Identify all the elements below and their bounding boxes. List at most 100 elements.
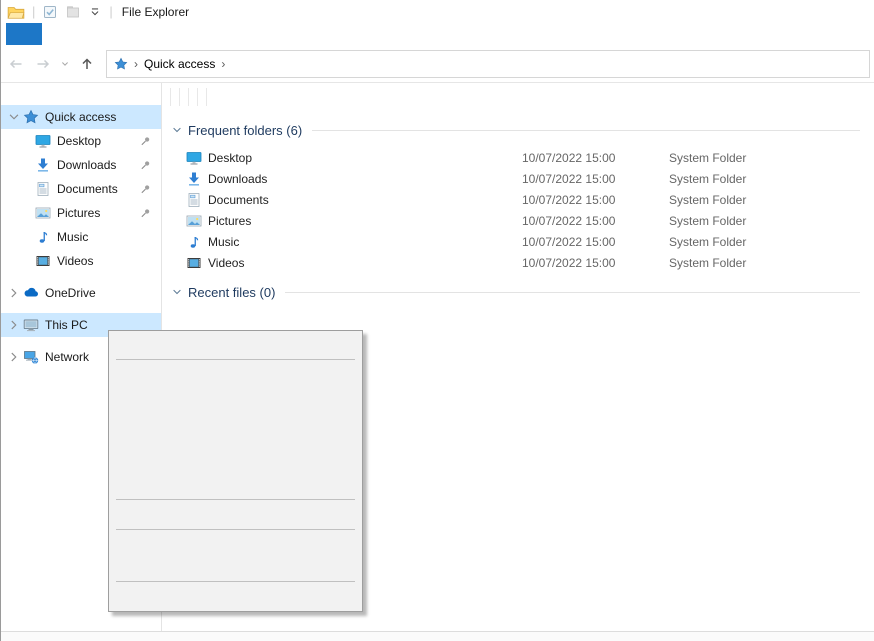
group-header-rule [312,130,860,131]
group-header-label: Frequent folders (6) [188,123,302,138]
expander-chevron-icon[interactable] [7,286,21,300]
context-menu-item[interactable] [109,408,362,430]
sidebar-item-label: Documents [57,182,118,196]
pin-icon [139,183,152,196]
file-type-cell: System Folder [661,193,778,207]
sidebar-item[interactable]: Downloads [1,153,161,177]
sidebar-item[interactable]: Pictures [1,201,161,225]
file-row[interactable]: Desktop 10/07/2022 15:00 System Folder [162,147,874,168]
qat-customize-icon[interactable] [88,5,102,19]
column-header[interactable] [198,88,207,106]
file-name: Music [208,235,239,249]
file-list: Frequent folders (6) Desktop 10/07/2022 … [162,119,874,303]
file-name-cell: Documents [162,192,431,208]
file-date-cell: 10/07/2022 15:00 [513,151,661,165]
navigation-bar: › Quick access › [1,45,874,83]
file-name: Videos [208,256,244,270]
sidebar-item[interactable]: Music [1,225,161,249]
context-menu-item[interactable] [109,452,362,474]
ribbon-tab[interactable] [42,23,72,45]
context-menu-item[interactable] [109,334,362,356]
sidebar-item-label: This PC [45,318,88,332]
file-name-cell: Videos [162,255,431,271]
file-name-cell: Desktop [162,150,431,166]
column-header[interactable] [189,88,198,106]
sidebar-item[interactable]: Videos [1,249,161,273]
back-button[interactable] [3,51,29,77]
chevron-down-icon [59,58,71,70]
address-bar[interactable]: › Quick access › [106,50,870,78]
up-button[interactable] [74,51,100,77]
up-arrow-icon [79,56,95,72]
breadcrumb-chevron[interactable]: › [218,57,228,71]
context-menu-item[interactable] [109,586,362,608]
qat-separator: | [32,4,35,19]
sidebar-item-label: OneDrive [45,286,96,300]
sidebar-item-icon [23,109,39,125]
file-type-icon [186,255,202,271]
file-row[interactable]: Videos 10/07/2022 15:00 System Folder [162,252,874,273]
qat-new-folder-icon[interactable] [65,4,81,20]
forward-arrow-icon [35,56,51,72]
context-menu-item[interactable] [109,504,362,526]
group-header[interactable]: Recent files (0) [162,281,874,303]
sidebar-item-label: Quick access [45,110,116,124]
file-date-cell: 10/07/2022 15:00 [513,256,661,270]
context-menu-item[interactable] [109,534,362,556]
explorer-logo-icon[interactable] [7,3,25,21]
qat-separator: | [109,4,112,19]
file-row[interactable]: Music 10/07/2022 15:00 System Folder [162,231,874,252]
file-row[interactable]: Downloads 10/07/2022 15:00 System Folder [162,168,874,189]
file-type-cell: System Folder [661,214,778,228]
file-name: Downloads [208,172,267,186]
sidebar-item[interactable]: Desktop [1,129,161,153]
sidebar-item[interactable]: Documents [1,177,161,201]
sidebar-item-icon [35,205,51,221]
recent-locations-button[interactable] [57,51,73,77]
sidebar-item-icon [35,181,51,197]
breadcrumb[interactable]: Quick access [144,57,215,71]
sidebar-item-label: Music [57,230,88,244]
forward-button[interactable] [30,51,56,77]
group-header-rule [285,292,860,293]
sidebar-item-icon [35,157,51,173]
quick-access-star-icon[interactable] [114,57,128,71]
expander-chevron-icon[interactable] [7,350,21,364]
file-date-cell: 10/07/2022 15:00 [513,235,661,249]
sidebar-item[interactable]: Quick access [1,105,161,129]
file-type-cell: System Folder [661,151,778,165]
column-header[interactable] [171,88,180,106]
ribbon-tab[interactable] [102,23,132,45]
file-row[interactable]: Documents 10/07/2022 15:00 System Folder [162,189,874,210]
qat-properties-icon[interactable] [42,4,58,20]
breadcrumb-chevron[interactable]: › [131,57,141,71]
file-row[interactable]: Pictures 10/07/2022 15:00 System Folder [162,210,874,231]
context-menu-item[interactable] [109,364,362,386]
file-type-cell: System Folder [661,256,778,270]
expander-chevron-icon[interactable] [7,110,21,124]
context-menu-item[interactable] [109,430,362,452]
file-name-cell: Pictures [162,213,431,229]
column-header[interactable] [162,88,171,106]
column-header[interactable] [180,88,189,106]
group-collapse-chevron-icon[interactable] [171,124,183,136]
sidebar-item[interactable]: OneDrive [1,281,161,305]
context-menu-item[interactable] [109,556,362,578]
context-menu-item[interactable] [109,386,362,408]
file-date-cell: 10/07/2022 15:00 [513,172,661,186]
ribbon-tab[interactable] [6,23,42,45]
sidebar-item-label: Videos [57,254,93,268]
file-date-cell: 10/07/2022 15:00 [513,214,661,228]
context-menu [108,330,363,612]
menu-separator [116,359,355,360]
menu-separator [116,499,355,500]
ribbon-tab[interactable] [72,23,102,45]
status-bar [1,631,874,641]
sidebar-item-icon [23,317,39,333]
expander-chevron-icon[interactable] [7,318,21,332]
file-explorer-window: | | File Explorer › Quick access › [0,0,874,641]
context-menu-item[interactable] [109,474,362,496]
file-name-cell: Downloads [162,171,431,187]
group-header[interactable]: Frequent folders (6) [162,119,874,141]
group-collapse-chevron-icon[interactable] [171,286,183,298]
